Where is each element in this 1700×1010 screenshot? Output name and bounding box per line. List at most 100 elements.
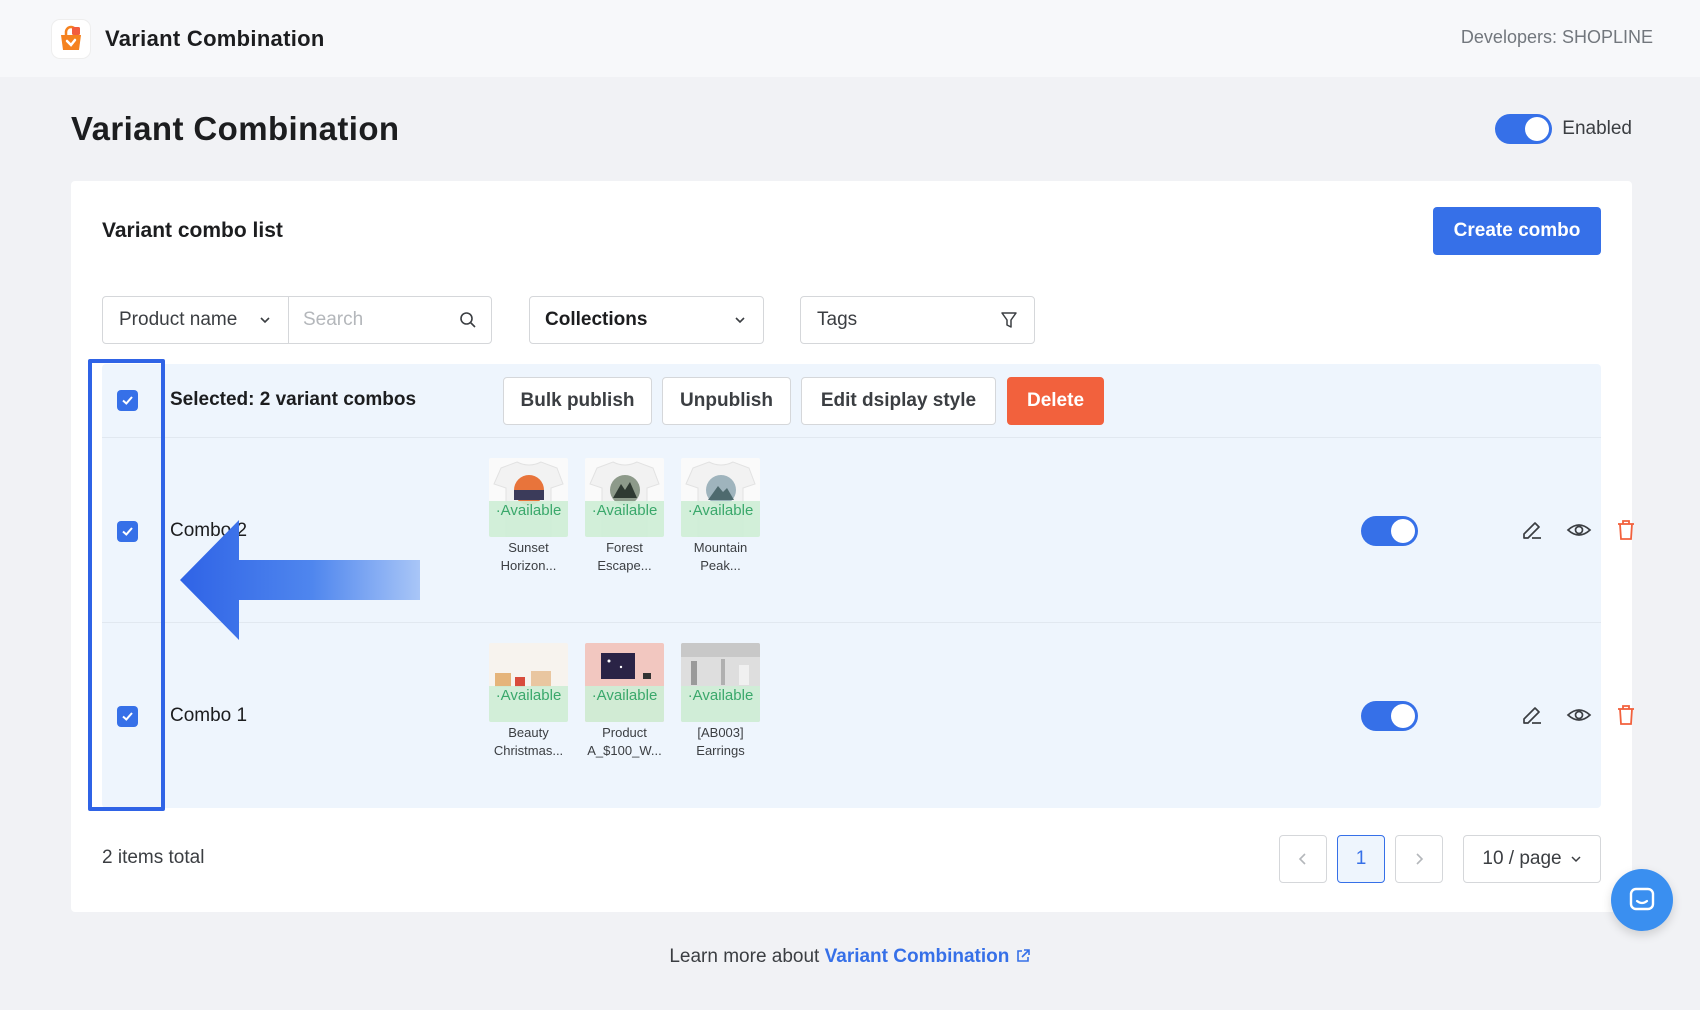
product-thumbnail[interactable]: ·Available [AB003] Earrings bbox=[681, 643, 760, 760]
combo-name: Combo 1 bbox=[170, 705, 248, 726]
delete-trash-icon[interactable] bbox=[1613, 517, 1639, 543]
developer-info: Developers: SHOPLINE bbox=[1460, 27, 1653, 47]
table-row: Combo 1 ·Available Beauty Christmas... ·… bbox=[102, 623, 1634, 808]
product-thumbnail[interactable]: ·Available Beauty Christmas... bbox=[489, 643, 568, 760]
chevron-down-icon bbox=[1571, 856, 1581, 863]
product-name-line1: [AB003] bbox=[697, 725, 744, 740]
learn-more-text: Learn more about bbox=[669, 946, 820, 967]
product-image: ·Available bbox=[585, 643, 664, 722]
chevron-left-icon bbox=[1298, 853, 1306, 865]
availability-badge: ·Available bbox=[681, 501, 760, 537]
checkmark-icon bbox=[122, 712, 133, 721]
product-search-filter: Product name Search bbox=[102, 296, 492, 344]
select-all-checkbox[interactable] bbox=[117, 390, 138, 411]
chat-support-button[interactable] bbox=[1611, 869, 1673, 931]
app-enabled-control: Enabled bbox=[1495, 114, 1632, 144]
collections-select[interactable]: Collections bbox=[529, 296, 764, 344]
availability-badge: ·Available bbox=[585, 686, 664, 722]
availability-badge: ·Available bbox=[681, 686, 760, 722]
bulk-publish-button[interactable]: Bulk publish bbox=[503, 377, 652, 425]
product-name-line1: Sunset bbox=[508, 540, 549, 555]
search-placeholder: Search bbox=[303, 309, 364, 330]
shopping-bag-logo-icon bbox=[52, 19, 90, 58]
product-thumbnails: ·Available Sunset Horizon... ·Available … bbox=[489, 458, 760, 575]
pagination-bar: 2 items total 1 10 / page bbox=[102, 835, 1601, 883]
page-size-select[interactable]: 10 / page bbox=[1463, 835, 1601, 883]
app-header: Variant Combination Developers: SHOPLINE bbox=[0, 0, 1700, 77]
product-name-line1: Forest bbox=[606, 540, 643, 555]
product-name-line2: A_$100_W... bbox=[587, 743, 662, 758]
product-name-line2: Christmas... bbox=[493, 743, 564, 758]
edit-pencil-icon[interactable] bbox=[1519, 517, 1545, 543]
product-name-line2: Earrings bbox=[696, 743, 745, 758]
preview-eye-icon[interactable] bbox=[1566, 702, 1592, 728]
page-number-button[interactable]: 1 bbox=[1337, 835, 1385, 883]
product-name-line2: Horizon... bbox=[500, 558, 557, 573]
collections-label: Collections bbox=[545, 309, 648, 330]
row-checkbox[interactable] bbox=[117, 521, 138, 542]
enabled-label: Enabled bbox=[1562, 118, 1632, 139]
chevron-right-icon bbox=[1416, 853, 1424, 865]
checkmark-icon bbox=[122, 527, 133, 536]
row-actions bbox=[1519, 702, 1639, 728]
combo-table: Selected: 2 variant combos Bulk publish … bbox=[102, 364, 1634, 808]
product-name-line1: Beauty bbox=[508, 725, 549, 740]
row-checkbox[interactable] bbox=[117, 706, 138, 727]
list-title: Variant combo list bbox=[102, 219, 283, 242]
learn-more: Learn more about Variant Combination bbox=[0, 946, 1700, 968]
search-icon[interactable] bbox=[459, 311, 477, 329]
availability-badge: ·Available bbox=[489, 501, 568, 537]
search-input[interactable]: Search bbox=[289, 309, 491, 331]
toggle-knob bbox=[1391, 704, 1415, 728]
unpublish-button[interactable]: Unpublish bbox=[662, 377, 791, 425]
next-page-button[interactable] bbox=[1395, 835, 1443, 883]
create-combo-button[interactable]: Create combo bbox=[1433, 207, 1601, 255]
tags-filter[interactable]: Tags bbox=[800, 296, 1035, 344]
combo-list-card: Variant combo list Create combo Product … bbox=[71, 181, 1634, 912]
chevron-down-icon bbox=[260, 317, 270, 324]
edit-pencil-icon[interactable] bbox=[1519, 702, 1545, 728]
product-thumbnails: ·Available Beauty Christmas... ·Availabl… bbox=[489, 643, 760, 760]
toggle-knob bbox=[1525, 117, 1550, 141]
external-link-icon bbox=[1016, 949, 1030, 962]
product-image: ·Available bbox=[489, 458, 568, 537]
publish-toggle[interactable] bbox=[1361, 516, 1418, 546]
product-image: ·Available bbox=[681, 458, 760, 537]
items-total: 2 items total bbox=[102, 847, 205, 868]
preview-eye-icon[interactable] bbox=[1566, 517, 1592, 543]
filter-icon bbox=[1001, 312, 1017, 328]
prev-page-button[interactable] bbox=[1279, 835, 1327, 883]
combo-name: Combo 2 bbox=[170, 520, 248, 541]
bulk-action-bar: Selected: 2 variant combos Bulk publish … bbox=[102, 364, 1601, 438]
product-image: ·Available bbox=[489, 643, 568, 722]
delete-button[interactable]: Delete bbox=[1007, 377, 1104, 425]
product-thumbnail[interactable]: ·Available Sunset Horizon... bbox=[489, 458, 568, 575]
table-row: Combo 2 ·Available Sunset Horizon... ·Av… bbox=[102, 438, 1634, 623]
product-field-select[interactable]: Product name bbox=[103, 297, 289, 343]
availability-badge: ·Available bbox=[489, 686, 568, 722]
product-thumbnail[interactable]: ·Available Mountain Peak... bbox=[681, 458, 760, 575]
chevron-down-icon bbox=[735, 317, 745, 324]
learn-more-link-label: Variant Combination bbox=[824, 946, 1010, 967]
product-name-line1: Mountain bbox=[693, 540, 748, 555]
product-name-line2: Peak... bbox=[700, 558, 741, 573]
app-name: Variant Combination bbox=[105, 25, 325, 51]
page-size-label: 10 / page bbox=[1482, 848, 1562, 869]
toggle-knob bbox=[1391, 519, 1415, 543]
product-image: ·Available bbox=[585, 458, 664, 537]
tags-label: Tags bbox=[817, 309, 858, 330]
selected-count: Selected: 2 variant combos bbox=[170, 389, 417, 410]
page-title: Variant Combination bbox=[71, 110, 400, 147]
learn-more-link[interactable]: Variant Combination bbox=[825, 946, 1031, 967]
product-thumbnail[interactable]: ·Available Forest Escape... bbox=[585, 458, 664, 575]
publish-toggle[interactable] bbox=[1361, 701, 1418, 731]
checkmark-icon bbox=[122, 396, 133, 405]
product-name-line2: Escape... bbox=[597, 558, 652, 573]
app-enabled-toggle[interactable] bbox=[1495, 114, 1553, 144]
product-field-select-label: Product name bbox=[119, 309, 238, 330]
product-image: ·Available bbox=[681, 643, 760, 722]
delete-trash-icon[interactable] bbox=[1613, 702, 1639, 728]
edit-display-style-button[interactable]: Edit dsiplay style bbox=[801, 377, 996, 425]
product-thumbnail[interactable]: ·Available Product A_$100_W... bbox=[585, 643, 664, 760]
row-actions bbox=[1519, 517, 1639, 543]
